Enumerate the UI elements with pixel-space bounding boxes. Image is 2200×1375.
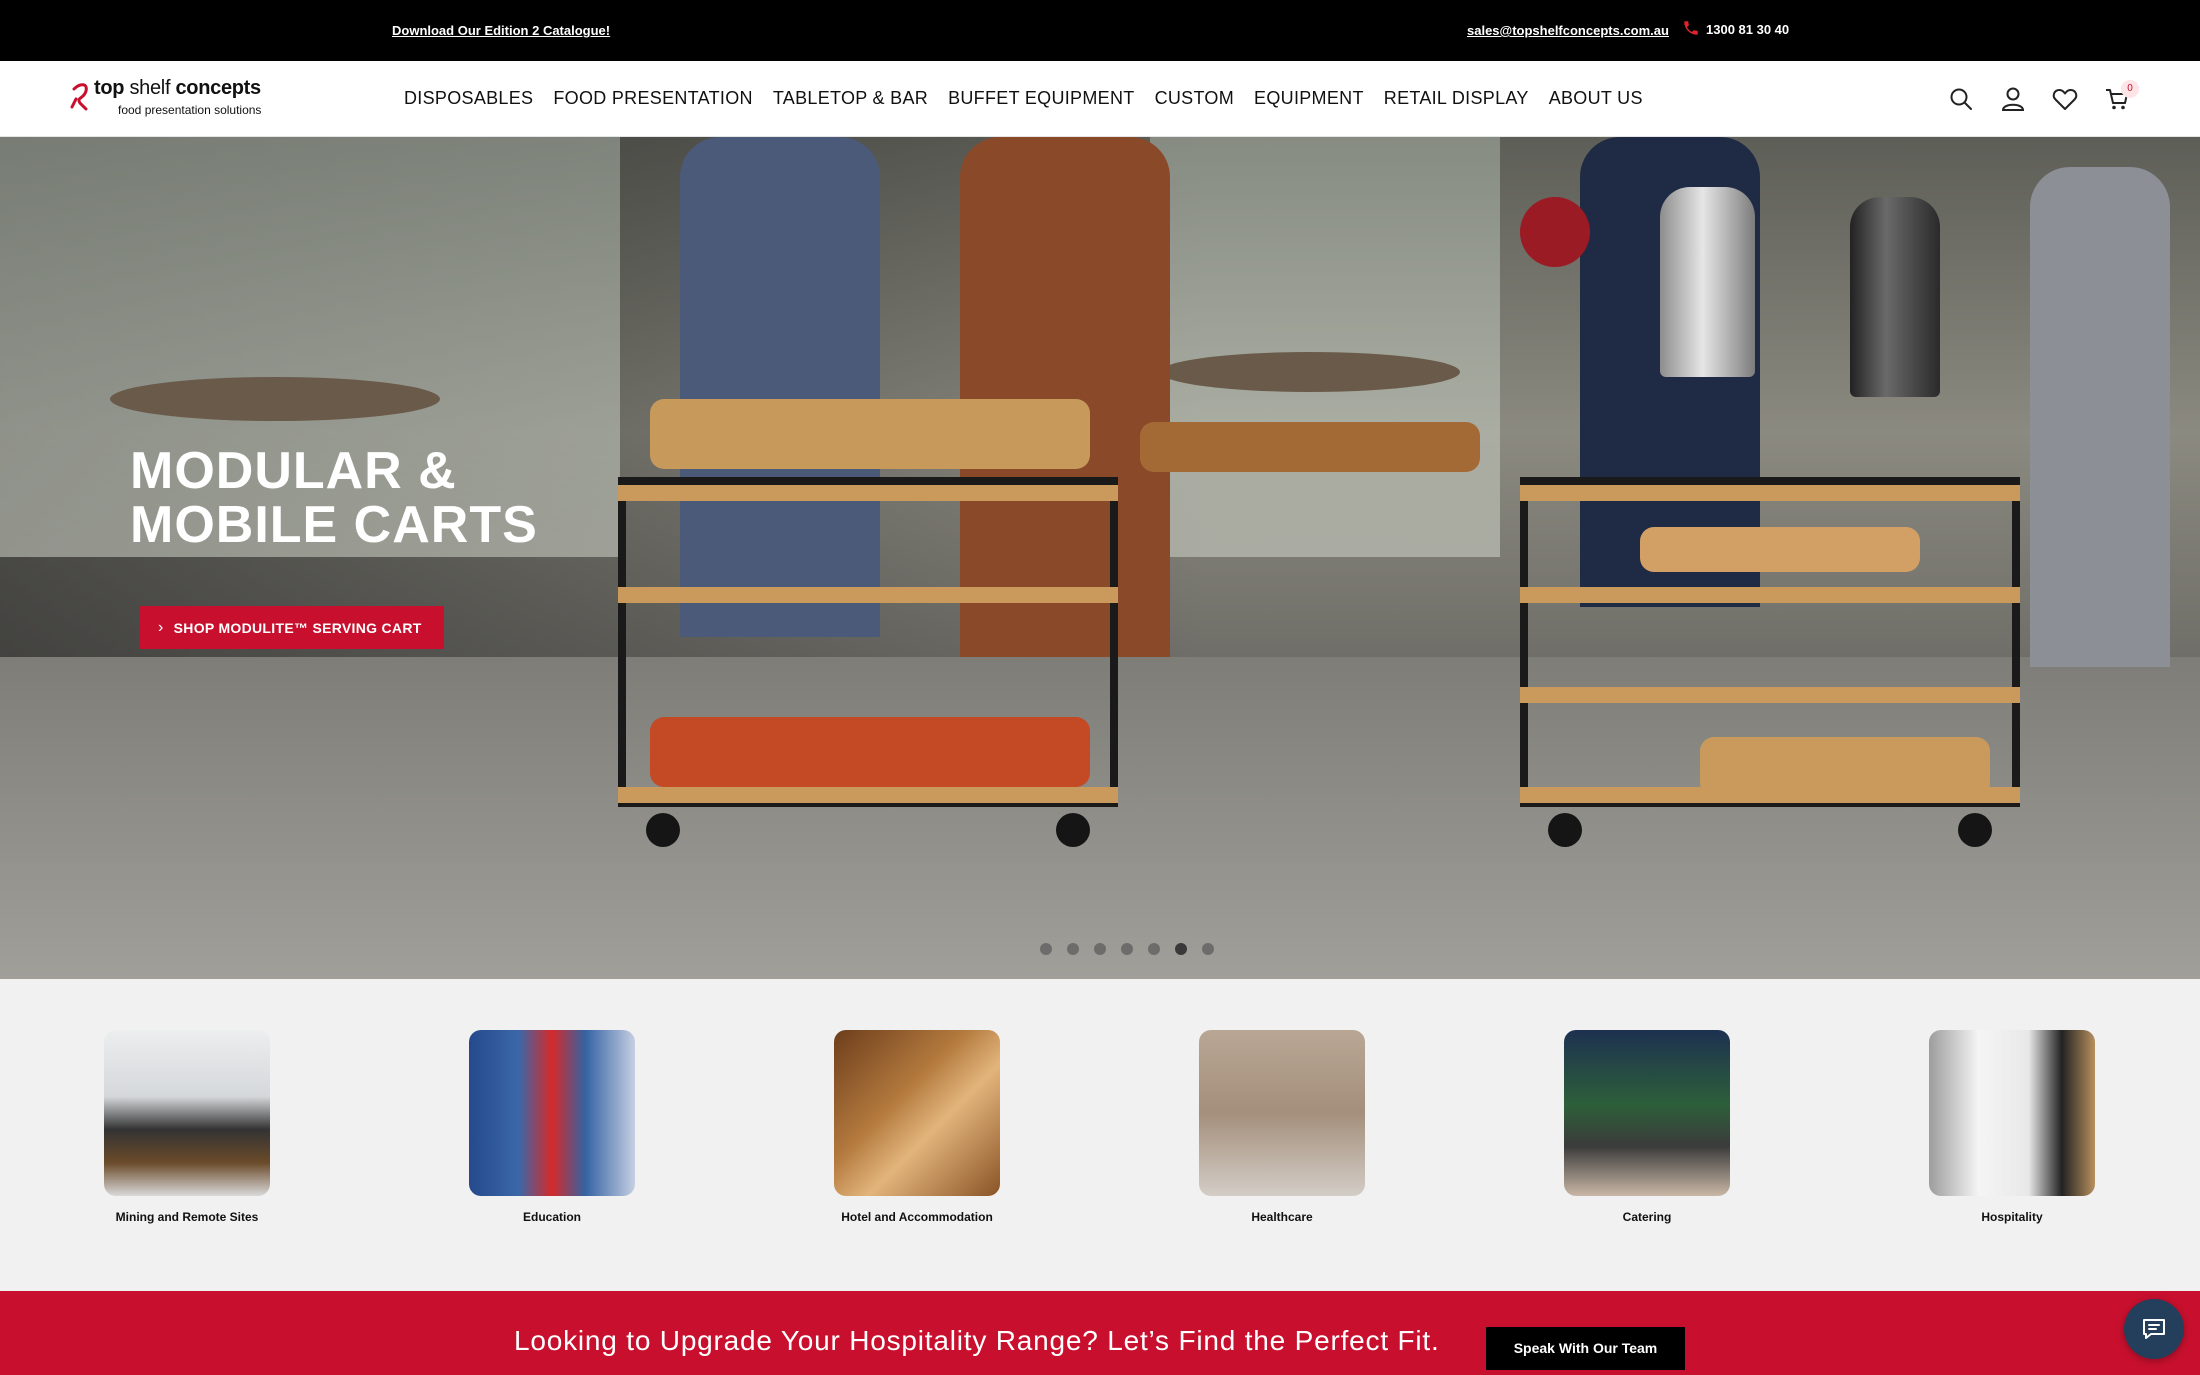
hero-button-label: SHOP MODULITE™ SERVING CART xyxy=(173,619,422,636)
speak-with-team-button[interactable]: Speak With Our Team xyxy=(1486,1327,1685,1370)
category-label: Mining and Remote Sites xyxy=(115,1210,259,1224)
slider-dot[interactable] xyxy=(1148,943,1160,955)
site-header: top shelf concepts food presentation sol… xyxy=(0,61,2200,137)
category-label: Healthcare xyxy=(1251,1210,1313,1224)
slider-dot[interactable] xyxy=(1067,943,1079,955)
category-label: Hotel and Accommodation xyxy=(841,1210,993,1224)
user-icon[interactable] xyxy=(1999,85,2027,113)
nav-about-us[interactable]: ABOUT US xyxy=(1549,88,1643,109)
category-image xyxy=(1564,1030,1730,1196)
fruit-basket xyxy=(650,717,1090,787)
category-image xyxy=(1199,1030,1365,1196)
catalogue-download-link[interactable]: Download Our Edition 2 Catalogue! xyxy=(392,23,610,38)
category-healthcare[interactable]: Healthcare xyxy=(1182,1030,1382,1224)
category-label: Hospitality xyxy=(1981,1210,2043,1224)
category-image xyxy=(1929,1030,2095,1196)
email-link[interactable]: sales@topshelfconcepts.com.au xyxy=(1467,23,1669,38)
category-label: Catering xyxy=(1622,1210,1672,1224)
main-nav: DISPOSABLES FOOD PRESENTATION TABLETOP &… xyxy=(404,88,1643,109)
pastry-tray xyxy=(1140,422,1480,472)
slider-dot[interactable] xyxy=(1121,943,1133,955)
category-label: Education xyxy=(522,1210,581,1224)
nav-food-presentation[interactable]: FOOD PRESENTATION xyxy=(553,88,752,109)
heart-icon[interactable] xyxy=(2051,85,2079,113)
chat-icon xyxy=(2143,1319,2165,1339)
top-bar: Download Our Edition 2 Catalogue! sales@… xyxy=(0,0,2200,61)
category-hospitality[interactable]: Hospitality xyxy=(1912,1030,2112,1224)
slider-dot[interactable] xyxy=(1202,943,1214,955)
logo-tagline: food presentation solutions xyxy=(118,103,262,117)
chevron-right-icon: › xyxy=(158,618,164,636)
nav-tabletop-bar[interactable]: TABLETOP & BAR xyxy=(773,88,928,109)
hero-title: MODULAR & MOBILE CARTS xyxy=(130,442,538,554)
nav-disposables[interactable]: DISPOSABLES xyxy=(404,88,533,109)
logo-wordmark: top shelf concepts xyxy=(94,77,261,99)
category-image xyxy=(834,1030,1000,1196)
slider-dot[interactable] xyxy=(1094,943,1106,955)
cta-banner: Looking to Upgrade Your Hospitality Rang… xyxy=(0,1291,2200,1375)
category-mining-remote-sites[interactable]: Mining and Remote Sites xyxy=(87,1030,287,1224)
nav-equipment[interactable]: EQUIPMENT xyxy=(1254,88,1364,109)
slider-dot[interactable] xyxy=(1040,943,1052,955)
category-image xyxy=(104,1030,270,1196)
cart-count-badge: 0 xyxy=(2121,80,2139,98)
nav-custom[interactable]: CUSTOM xyxy=(1155,88,1234,109)
slider-dots xyxy=(1040,943,1214,955)
logo[interactable]: top shelf concepts food presentation sol… xyxy=(70,77,270,123)
banner-message: Looking to Upgrade Your Hospitality Rang… xyxy=(514,1325,1440,1356)
slider-dot-active[interactable] xyxy=(1175,943,1187,955)
category-catering[interactable]: Catering xyxy=(1547,1030,1747,1224)
phone-icon xyxy=(1684,21,1698,35)
shop-modulite-cart-button[interactable]: › SHOP MODULITE™ SERVING CART xyxy=(140,606,444,649)
category-image xyxy=(469,1030,635,1196)
chat-button[interactable] xyxy=(2124,1299,2184,1359)
sandwich-tray xyxy=(650,399,1090,469)
category-strip: Mining and Remote Sites Education Hotel … xyxy=(0,979,2200,1291)
search-icon[interactable] xyxy=(1947,85,1975,113)
category-hotel-accommodation[interactable]: Hotel and Accommodation xyxy=(817,1030,1017,1224)
hero-banner: MODULAR & MOBILE CARTS › SHOP MODULITE™ … xyxy=(0,137,2200,979)
phone-link[interactable]: 1300 81 30 40 xyxy=(1706,22,1789,37)
nav-buffet-equipment[interactable]: BUFFET EQUIPMENT xyxy=(948,88,1134,109)
nav-retail-display[interactable]: RETAIL DISPLAY xyxy=(1384,88,1529,109)
category-education[interactable]: Education xyxy=(452,1030,652,1224)
